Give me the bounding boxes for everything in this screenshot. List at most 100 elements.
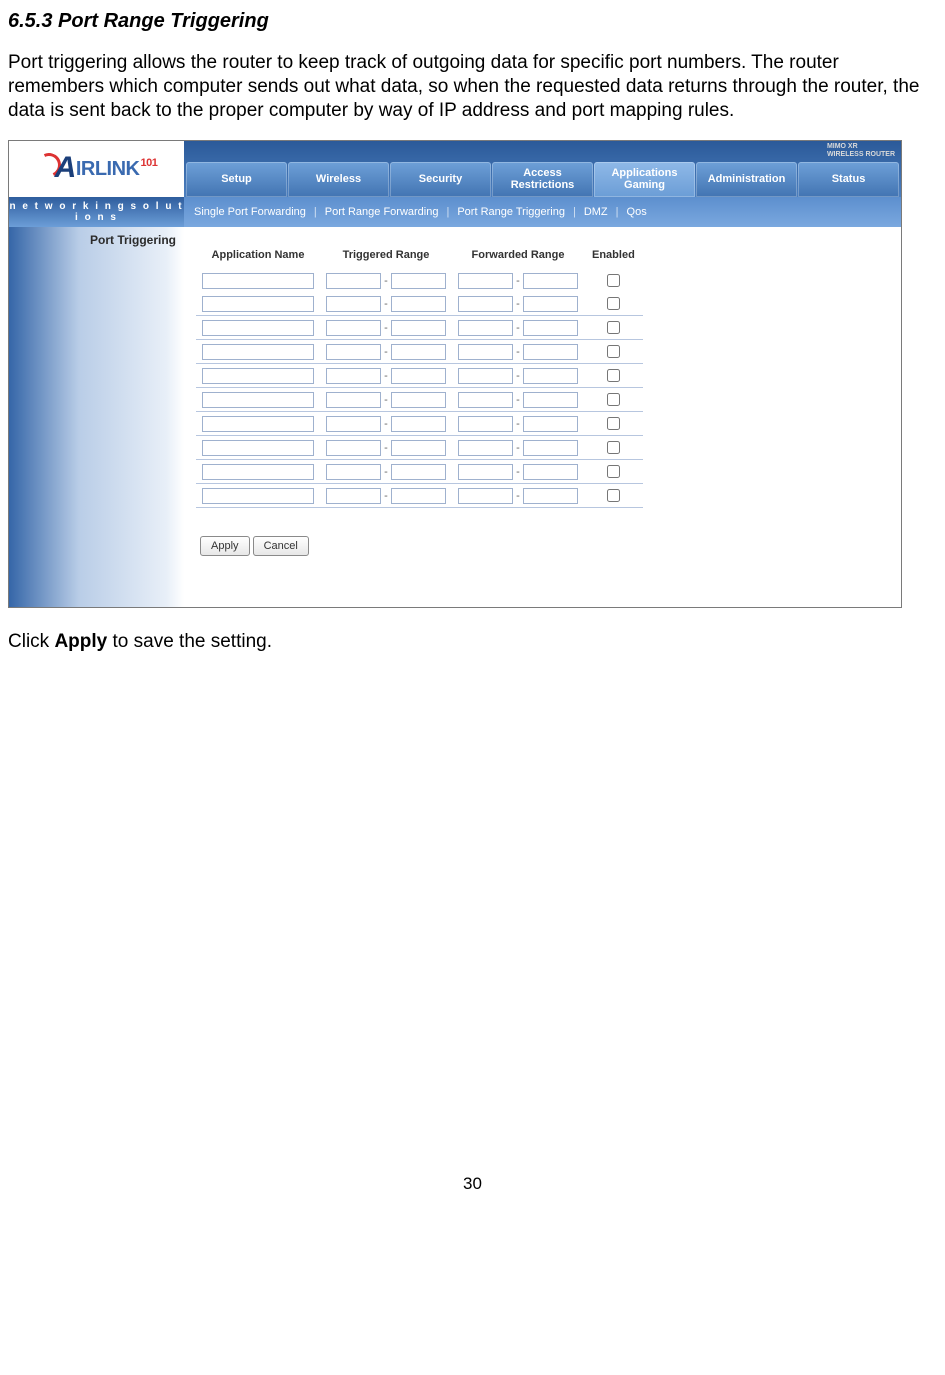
triggered-range-start-input[interactable] xyxy=(326,320,381,336)
table-row: -- xyxy=(196,436,643,460)
triggered-range-start-input[interactable] xyxy=(326,273,381,289)
forwarded-range-end-input[interactable] xyxy=(523,392,578,408)
triggered-range-end-input[interactable] xyxy=(391,344,446,360)
range-dash: - xyxy=(513,394,523,406)
tab-access-restrictions[interactable]: Access Restrictions xyxy=(492,162,593,197)
col-header-enabled: Enabled xyxy=(584,245,643,269)
forwarded-range-end-input[interactable] xyxy=(523,368,578,384)
enabled-checkbox[interactable] xyxy=(607,321,620,334)
range-dash: - xyxy=(513,418,523,430)
tab-setup[interactable]: Setup xyxy=(186,162,287,197)
forwarded-range-start-input[interactable] xyxy=(458,440,513,456)
forwarded-range-start-input[interactable] xyxy=(458,488,513,504)
triggered-range-start-input[interactable] xyxy=(326,344,381,360)
forwarded-range-end-input[interactable] xyxy=(523,320,578,336)
tab-administration[interactable]: Administration xyxy=(696,162,797,197)
application-name-input[interactable] xyxy=(202,488,314,504)
brand-badge: MIMO XRWIRELESS ROUTER xyxy=(827,143,895,158)
enabled-checkbox[interactable] xyxy=(607,274,620,287)
forwarded-range-start-input[interactable] xyxy=(458,464,513,480)
range-dash: - xyxy=(513,322,523,334)
enabled-checkbox[interactable] xyxy=(607,393,620,406)
subnav-separator: | xyxy=(314,206,317,218)
enabled-checkbox[interactable] xyxy=(607,489,620,502)
range-dash: - xyxy=(381,466,391,478)
subnav-item-port-range-triggering[interactable]: Port Range Triggering xyxy=(457,206,565,218)
forwarded-range-start-input[interactable] xyxy=(458,344,513,360)
subnav-item-qos[interactable]: Qos xyxy=(627,206,647,218)
triggered-range-start-input[interactable] xyxy=(326,392,381,408)
range-dash: - xyxy=(381,298,391,310)
cancel-button[interactable]: Cancel xyxy=(253,536,309,556)
enabled-checkbox[interactable] xyxy=(607,345,620,358)
triggered-range-end-input[interactable] xyxy=(391,488,446,504)
application-name-input[interactable] xyxy=(202,392,314,408)
router-ui-screenshot: AIRLINK101 MIMO XRWIRELESS ROUTER SetupW… xyxy=(8,140,902,608)
application-name-input[interactable] xyxy=(202,464,314,480)
forwarded-range-start-input[interactable] xyxy=(458,320,513,336)
subnav-item-single-port-forwarding[interactable]: Single Port Forwarding xyxy=(194,206,306,218)
triggered-range-start-input[interactable] xyxy=(326,488,381,504)
forwarded-range-end-input[interactable] xyxy=(523,273,578,289)
table-row: -- xyxy=(196,292,643,316)
subnav-item-port-range-forwarding[interactable]: Port Range Forwarding xyxy=(325,206,439,218)
forwarded-range-start-input[interactable] xyxy=(458,296,513,312)
application-name-input[interactable] xyxy=(202,416,314,432)
forwarded-range-start-input[interactable] xyxy=(458,416,513,432)
triggered-range-start-input[interactable] xyxy=(326,416,381,432)
range-dash: - xyxy=(381,275,391,287)
triggered-range-end-input[interactable] xyxy=(391,440,446,456)
application-name-input[interactable] xyxy=(202,296,314,312)
logo-subscript: 101 xyxy=(140,157,157,169)
triggered-range-start-input[interactable] xyxy=(326,296,381,312)
apply-button[interactable]: Apply xyxy=(200,536,250,556)
table-row: -- xyxy=(196,460,643,484)
triggered-range-end-input[interactable] xyxy=(391,392,446,408)
tab-applications-gaming[interactable]: Applications Gaming xyxy=(594,162,695,197)
forwarded-range-end-input[interactable] xyxy=(523,344,578,360)
table-row: -- xyxy=(196,269,643,292)
enabled-checkbox[interactable] xyxy=(607,417,620,430)
tab-status[interactable]: Status xyxy=(798,162,899,197)
triggered-range-end-input[interactable] xyxy=(391,296,446,312)
subnav-separator: | xyxy=(573,206,576,218)
range-dash: - xyxy=(513,298,523,310)
logo-area: AIRLINK101 xyxy=(9,141,184,197)
tab-wireless[interactable]: Wireless xyxy=(288,162,389,197)
triggered-range-end-input[interactable] xyxy=(391,320,446,336)
forwarded-range-start-input[interactable] xyxy=(458,368,513,384)
enabled-checkbox[interactable] xyxy=(607,369,620,382)
forwarded-range-end-input[interactable] xyxy=(523,296,578,312)
forwarded-range-end-input[interactable] xyxy=(523,488,578,504)
triggered-range-end-input[interactable] xyxy=(391,368,446,384)
triggered-range-start-input[interactable] xyxy=(326,368,381,384)
application-name-input[interactable] xyxy=(202,440,314,456)
triggered-range-start-input[interactable] xyxy=(326,464,381,480)
table-row: -- xyxy=(196,484,643,508)
port-triggering-table: Application Name Triggered Range Forward… xyxy=(196,245,643,508)
triggered-range-end-input[interactable] xyxy=(391,416,446,432)
application-name-input[interactable] xyxy=(202,320,314,336)
enabled-checkbox[interactable] xyxy=(607,441,620,454)
forwarded-range-start-input[interactable] xyxy=(458,392,513,408)
enabled-checkbox[interactable] xyxy=(607,297,620,310)
forwarded-range-end-input[interactable] xyxy=(523,416,578,432)
triggered-range-start-input[interactable] xyxy=(326,440,381,456)
page-number: 30 xyxy=(8,1174,937,1194)
range-dash: - xyxy=(381,346,391,358)
forwarded-range-start-input[interactable] xyxy=(458,273,513,289)
enabled-checkbox[interactable] xyxy=(607,465,620,478)
subnav-separator: | xyxy=(616,206,619,218)
subnav-separator: | xyxy=(446,206,449,218)
triggered-range-end-input[interactable] xyxy=(391,464,446,480)
forwarded-range-end-input[interactable] xyxy=(523,464,578,480)
application-name-input[interactable] xyxy=(202,368,314,384)
application-name-input[interactable] xyxy=(202,344,314,360)
subnav-item-dmz[interactable]: DMZ xyxy=(584,206,608,218)
forwarded-range-end-input[interactable] xyxy=(523,440,578,456)
range-dash: - xyxy=(381,322,391,334)
triggered-range-end-input[interactable] xyxy=(391,273,446,289)
table-row: -- xyxy=(196,364,643,388)
tab-security[interactable]: Security xyxy=(390,162,491,197)
application-name-input[interactable] xyxy=(202,273,314,289)
